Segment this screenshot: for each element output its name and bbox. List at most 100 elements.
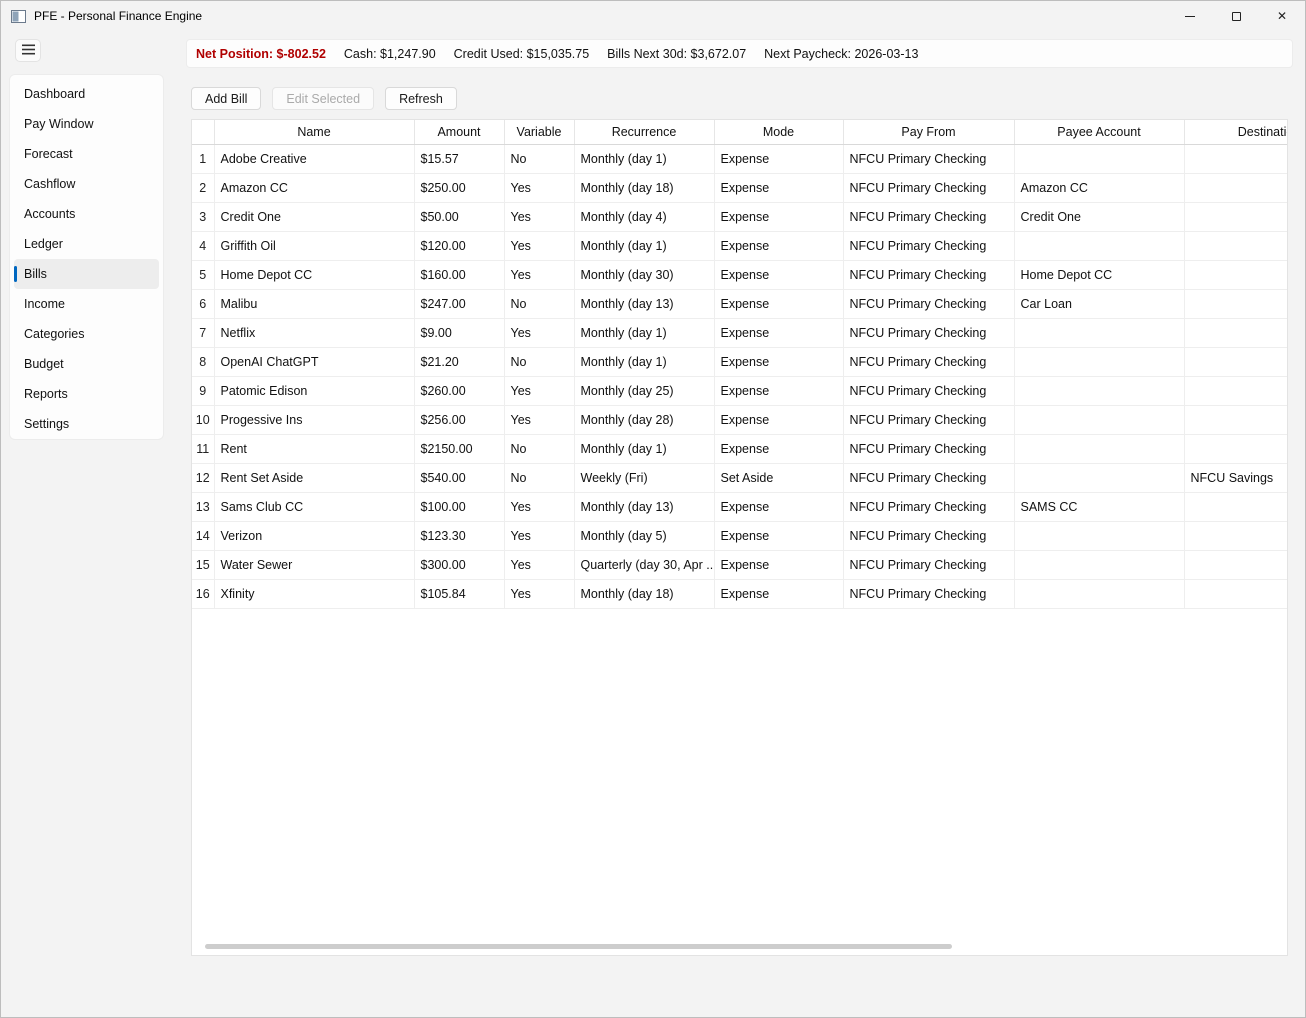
row-number: 8	[192, 347, 214, 376]
table-row[interactable]: 6Malibu$247.00NoMonthly (day 13)ExpenseN…	[192, 289, 1288, 318]
sidebar-item-pay-window[interactable]: Pay Window	[14, 109, 159, 139]
table-row[interactable]: 14Verizon$123.30YesMonthly (day 5)Expens…	[192, 521, 1288, 550]
add-bill-button[interactable]: Add Bill	[191, 87, 261, 110]
cell-destination	[1184, 579, 1288, 608]
row-number: 5	[192, 260, 214, 289]
column-header-mode[interactable]: Mode	[714, 120, 843, 144]
table-row[interactable]: 4Griffith Oil$120.00YesMonthly (day 1)Ex…	[192, 231, 1288, 260]
table-row[interactable]: 12Rent Set Aside$540.00NoWeekly (Fri)Set…	[192, 463, 1288, 492]
cell-amount: $2150.00	[414, 434, 504, 463]
sidebar-item-label: Bills	[24, 267, 47, 281]
cell-mode: Expense	[714, 405, 843, 434]
cell-payee-account	[1014, 231, 1184, 260]
column-header-recurrence[interactable]: Recurrence	[574, 120, 714, 144]
cell-recurrence: Monthly (day 5)	[574, 521, 714, 550]
table-row[interactable]: 2Amazon CC$250.00YesMonthly (day 18)Expe…	[192, 173, 1288, 202]
cell-amount: $160.00	[414, 260, 504, 289]
titlebar: PFE - Personal Finance Engine ✕	[1, 1, 1305, 31]
column-header-payee-account[interactable]: Payee Account	[1014, 120, 1184, 144]
table-row[interactable]: 5Home Depot CC$160.00YesMonthly (day 30)…	[192, 260, 1288, 289]
cell-amount: $100.00	[414, 492, 504, 521]
cell-recurrence: Monthly (day 30)	[574, 260, 714, 289]
cell-mode: Set Aside	[714, 463, 843, 492]
cell-payee-account	[1014, 579, 1184, 608]
cell-destination: NFCU Savings	[1184, 463, 1288, 492]
table-row[interactable]: 9Patomic Edison$260.00YesMonthly (day 25…	[192, 376, 1288, 405]
cell-payee-account: Car Loan	[1014, 289, 1184, 318]
cell-name: Amazon CC	[214, 173, 414, 202]
cell-recurrence: Weekly (Fri)	[574, 463, 714, 492]
cell-name: OpenAI ChatGPT	[214, 347, 414, 376]
cell-variable: No	[504, 434, 574, 463]
cell-recurrence: Quarterly (day 30, Apr ...	[574, 550, 714, 579]
table-body: 1Adobe Creative$15.57NoMonthly (day 1)Ex…	[192, 144, 1288, 608]
table-row[interactable]: 16Xfinity$105.84YesMonthly (day 18)Expen…	[192, 579, 1288, 608]
column-header-name[interactable]: Name	[214, 120, 414, 144]
table-row[interactable]: 10Progessive Ins$256.00YesMonthly (day 2…	[192, 405, 1288, 434]
sidebar-item-accounts[interactable]: Accounts	[14, 199, 159, 229]
cell-mode: Expense	[714, 347, 843, 376]
minimize-button[interactable]	[1167, 1, 1213, 31]
cell-recurrence: Monthly (day 4)	[574, 202, 714, 231]
table-row[interactable]: 15Water Sewer$300.00YesQuarterly (day 30…	[192, 550, 1288, 579]
cell-pay-from: NFCU Primary Checking	[843, 347, 1014, 376]
cell-mode: Expense	[714, 260, 843, 289]
cell-destination	[1184, 550, 1288, 579]
column-header-variable[interactable]: Variable	[504, 120, 574, 144]
bills-next-30d-stat: Bills Next 30d: $3,672.07	[607, 47, 746, 61]
menu-toggle-button[interactable]	[15, 39, 41, 62]
horizontal-scrollbar-thumb[interactable]	[205, 944, 952, 949]
sidebar-item-categories[interactable]: Categories	[14, 319, 159, 349]
column-header-pay-from[interactable]: Pay From	[843, 120, 1014, 144]
sidebar-item-ledger[interactable]: Ledger	[14, 229, 159, 259]
table-row[interactable]: 8OpenAI ChatGPT$21.20NoMonthly (day 1)Ex…	[192, 347, 1288, 376]
cell-name: Home Depot CC	[214, 260, 414, 289]
row-number: 1	[192, 144, 214, 173]
refresh-button[interactable]: Refresh	[385, 87, 457, 110]
table-row[interactable]: 13Sams Club CC$100.00YesMonthly (day 13)…	[192, 492, 1288, 521]
table-row[interactable]: 3Credit One$50.00YesMonthly (day 4)Expen…	[192, 202, 1288, 231]
sidebar-item-label: Ledger	[24, 237, 63, 251]
sidebar-item-budget[interactable]: Budget	[14, 349, 159, 379]
cell-name: Patomic Edison	[214, 376, 414, 405]
table-row[interactable]: 7Netflix$9.00YesMonthly (day 1)ExpenseNF…	[192, 318, 1288, 347]
table-row[interactable]: 1Adobe Creative$15.57NoMonthly (day 1)Ex…	[192, 144, 1288, 173]
row-number: 3	[192, 202, 214, 231]
sidebar-item-income[interactable]: Income	[14, 289, 159, 319]
cell-name: Adobe Creative	[214, 144, 414, 173]
cell-payee-account: Credit One	[1014, 202, 1184, 231]
sidebar-item-label: Forecast	[24, 147, 73, 161]
sidebar-item-dashboard[interactable]: Dashboard	[14, 79, 159, 109]
cell-pay-from: NFCU Primary Checking	[843, 144, 1014, 173]
sidebar-item-bills[interactable]: Bills	[14, 259, 159, 289]
column-header-destination[interactable]: Destination	[1184, 120, 1288, 144]
sidebar-item-label: Dashboard	[24, 87, 85, 101]
cell-variable: Yes	[504, 492, 574, 521]
cell-amount: $300.00	[414, 550, 504, 579]
cell-pay-from: NFCU Primary Checking	[843, 376, 1014, 405]
sidebar-item-settings[interactable]: Settings	[14, 409, 159, 439]
cell-destination	[1184, 144, 1288, 173]
sidebar-item-forecast[interactable]: Forecast	[14, 139, 159, 169]
cell-recurrence: Monthly (day 1)	[574, 144, 714, 173]
cell-pay-from: NFCU Primary Checking	[843, 492, 1014, 521]
next-paycheck-stat: Next Paycheck: 2026-03-13	[764, 47, 918, 61]
sidebar-item-cashflow[interactable]: Cashflow	[14, 169, 159, 199]
app-window: PFE - Personal Finance Engine ✕ Net Posi…	[0, 0, 1306, 1018]
cell-recurrence: Monthly (day 1)	[574, 231, 714, 260]
edit-selected-button[interactable]: Edit Selected	[272, 87, 374, 110]
cell-name: Griffith Oil	[214, 231, 414, 260]
table-row[interactable]: 11Rent$2150.00NoMonthly (day 1)ExpenseNF…	[192, 434, 1288, 463]
cell-name: Verizon	[214, 521, 414, 550]
hamburger-icon	[22, 43, 35, 58]
cell-payee-account	[1014, 144, 1184, 173]
cell-variable: Yes	[504, 202, 574, 231]
sidebar-item-reports[interactable]: Reports	[14, 379, 159, 409]
column-header-amount[interactable]: Amount	[414, 120, 504, 144]
maximize-button[interactable]	[1213, 1, 1259, 31]
row-number: 15	[192, 550, 214, 579]
close-button[interactable]: ✕	[1259, 1, 1305, 31]
row-number: 2	[192, 173, 214, 202]
cell-amount: $120.00	[414, 231, 504, 260]
cell-recurrence: Monthly (day 28)	[574, 405, 714, 434]
